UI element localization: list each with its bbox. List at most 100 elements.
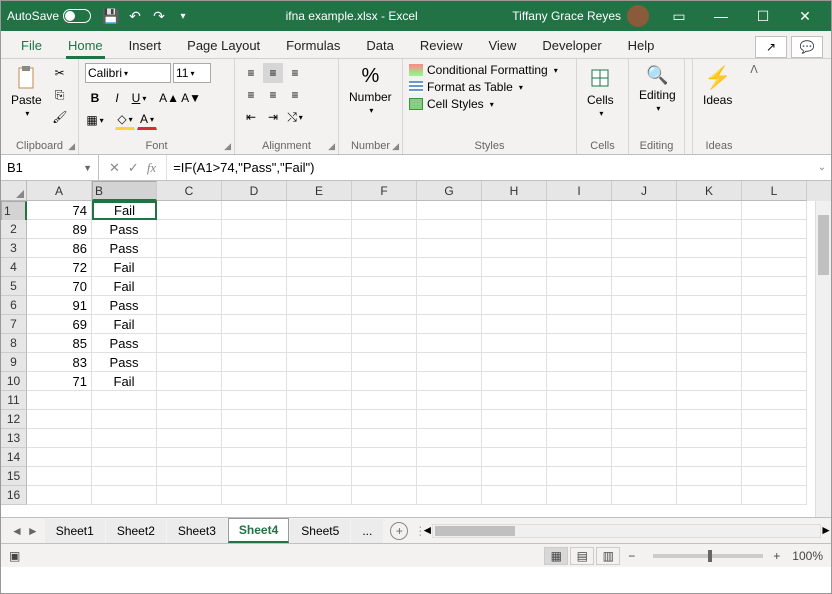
sheet-tab-2[interactable]: Sheet2 [106, 519, 166, 543]
redo-icon[interactable]: ↷ [151, 8, 167, 24]
column-header-A[interactable]: A [27, 181, 92, 201]
cell-C8[interactable] [157, 334, 222, 353]
cell-J13[interactable] [612, 429, 677, 448]
cell-E1[interactable] [287, 201, 352, 220]
align-left-icon[interactable]: ≡ [241, 85, 261, 105]
cell-H9[interactable] [482, 353, 547, 372]
cell-H16[interactable] [482, 486, 547, 505]
cell-G8[interactable] [417, 334, 482, 353]
cell-G2[interactable] [417, 220, 482, 239]
collapse-ribbon-icon[interactable]: ᐱ [745, 59, 763, 154]
cell-I15[interactable] [547, 467, 612, 486]
cell-H3[interactable] [482, 239, 547, 258]
cell-G15[interactable] [417, 467, 482, 486]
conditional-formatting-button[interactable]: Conditional Formatting▾ [409, 63, 558, 77]
cell-J11[interactable] [612, 391, 677, 410]
cell-I9[interactable] [547, 353, 612, 372]
cell-C2[interactable] [157, 220, 222, 239]
hscroll-thumb[interactable] [435, 526, 515, 536]
cell-K5[interactable] [677, 277, 742, 296]
cell-A8[interactable]: 85 [27, 334, 92, 353]
tab-insert[interactable]: Insert [117, 33, 174, 58]
tab-review[interactable]: Review [408, 33, 475, 58]
cell-J14[interactable] [612, 448, 677, 467]
cell-B5[interactable]: Fail [92, 277, 157, 296]
cell-F1[interactable] [352, 201, 417, 220]
cell-I6[interactable] [547, 296, 612, 315]
cell-D8[interactable] [222, 334, 287, 353]
column-header-H[interactable]: H [482, 181, 547, 201]
cell-E14[interactable] [287, 448, 352, 467]
row-header-16[interactable]: 16 [1, 486, 27, 505]
cell-G14[interactable] [417, 448, 482, 467]
cell-G9[interactable] [417, 353, 482, 372]
cell-C7[interactable] [157, 315, 222, 334]
editing-button[interactable]: 🔍 Editing▾ [635, 63, 680, 115]
cell-B13[interactable] [92, 429, 157, 448]
cell-G3[interactable] [417, 239, 482, 258]
cell-K7[interactable] [677, 315, 742, 334]
cell-J8[interactable] [612, 334, 677, 353]
cell-E4[interactable] [287, 258, 352, 277]
cell-F16[interactable] [352, 486, 417, 505]
cell-C4[interactable] [157, 258, 222, 277]
cell-A14[interactable] [27, 448, 92, 467]
cell-K1[interactable] [677, 201, 742, 220]
sheet-tab-5[interactable]: Sheet5 [290, 519, 350, 543]
row-header-12[interactable]: 12 [1, 410, 27, 429]
column-header-D[interactable]: D [222, 181, 287, 201]
borders-icon[interactable]: ▦▾ [85, 110, 105, 130]
cell-K8[interactable] [677, 334, 742, 353]
column-header-C[interactable]: C [157, 181, 222, 201]
tab-page-layout[interactable]: Page Layout [175, 33, 272, 58]
cell-H12[interactable] [482, 410, 547, 429]
cell-I14[interactable] [547, 448, 612, 467]
qat-dropdown-icon[interactable]: ▾ [175, 8, 191, 24]
cell-F9[interactable] [352, 353, 417, 372]
cell-L6[interactable] [742, 296, 807, 315]
cell-F15[interactable] [352, 467, 417, 486]
cell-D9[interactable] [222, 353, 287, 372]
cell-C15[interactable] [157, 467, 222, 486]
sheet-tab-4[interactable]: Sheet4 [228, 518, 289, 543]
cell-H8[interactable] [482, 334, 547, 353]
cell-L8[interactable] [742, 334, 807, 353]
cell-I5[interactable] [547, 277, 612, 296]
cell-D4[interactable] [222, 258, 287, 277]
cell-B12[interactable] [92, 410, 157, 429]
cell-F8[interactable] [352, 334, 417, 353]
cell-styles-button[interactable]: Cell Styles▾ [409, 97, 558, 111]
cancel-formula-icon[interactable]: ✕ [109, 160, 120, 176]
cell-H1[interactable] [482, 201, 547, 220]
enter-formula-icon[interactable]: ✓ [128, 160, 139, 176]
zoom-slider[interactable] [653, 554, 763, 558]
cell-L3[interactable] [742, 239, 807, 258]
sheet-tab-1[interactable]: Sheet1 [45, 519, 105, 543]
cell-I2[interactable] [547, 220, 612, 239]
vertical-scrollbar[interactable] [815, 201, 831, 517]
cell-A16[interactable] [27, 486, 92, 505]
row-header-6[interactable]: 6 [1, 296, 27, 315]
cell-F11[interactable] [352, 391, 417, 410]
cell-H11[interactable] [482, 391, 547, 410]
cell-A15[interactable] [27, 467, 92, 486]
sheet-tab-more[interactable]: ... [351, 519, 383, 543]
cell-F2[interactable] [352, 220, 417, 239]
cell-E13[interactable] [287, 429, 352, 448]
cell-L4[interactable] [742, 258, 807, 277]
column-header-G[interactable]: G [417, 181, 482, 201]
cell-C6[interactable] [157, 296, 222, 315]
cell-A2[interactable]: 89 [27, 220, 92, 239]
column-header-L[interactable]: L [742, 181, 807, 201]
tab-view[interactable]: View [476, 33, 528, 58]
align-middle-icon[interactable]: ≡ [263, 63, 283, 83]
cell-F7[interactable] [352, 315, 417, 334]
cell-I10[interactable] [547, 372, 612, 391]
sheet-tab-3[interactable]: Sheet3 [167, 519, 227, 543]
horizontal-scrollbar[interactable]: ◄ ► [432, 524, 821, 538]
font-name-select[interactable]: Calibri▾ [85, 63, 171, 83]
number-format-button[interactable]: % Number▾ [345, 63, 396, 117]
cell-A7[interactable]: 69 [27, 315, 92, 334]
prev-sheet-icon[interactable]: ◄ [11, 524, 23, 538]
cell-C12[interactable] [157, 410, 222, 429]
